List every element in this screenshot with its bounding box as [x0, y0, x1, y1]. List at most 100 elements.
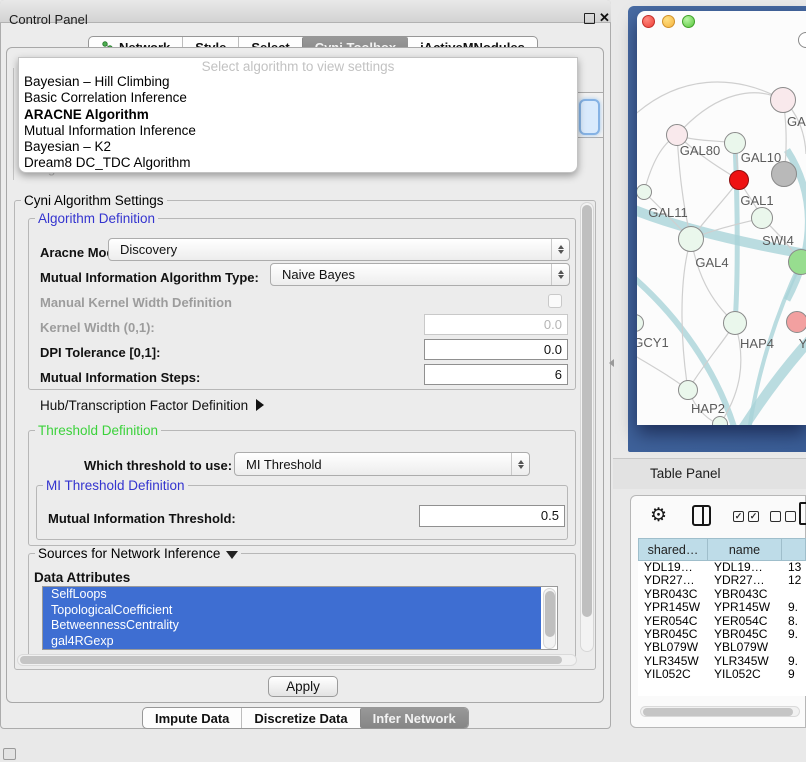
export-table-icon[interactable] [799, 502, 806, 525]
table-cell: YIL052C [638, 668, 708, 681]
network-node[interactable] [751, 207, 773, 229]
mi-steps-field[interactable]: 6 [424, 364, 568, 385]
close-traffic-light-icon[interactable] [642, 15, 655, 28]
network-node[interactable] [678, 226, 704, 252]
table-cell: YDL19… [708, 561, 782, 574]
manual-kernel-width-checkbox[interactable] [548, 294, 562, 308]
table-cell [782, 641, 806, 654]
dropdown-item[interactable]: ARACNE Algorithm [19, 107, 577, 123]
table-row[interactable]: YBL079WYBL079W [638, 641, 806, 654]
table-cell: YBR043C [638, 588, 708, 601]
sources-group-title[interactable]: Sources for Network Inference [35, 546, 241, 561]
aracne-mode-combo[interactable]: Discovery [108, 238, 570, 261]
float-window-icon[interactable] [584, 13, 595, 24]
table-header-row[interactable]: shared…name [638, 538, 806, 561]
kernel-width-field[interactable]: 0.0 [424, 314, 568, 335]
table-row[interactable]: YPR145WYPR145W9. [638, 601, 806, 614]
table-row[interactable]: YBR043CYBR043C [638, 588, 806, 601]
tab-label: Discretize Data [254, 711, 347, 726]
mi-threshold-field[interactable]: 0.5 [419, 505, 565, 527]
algorithm-dropdown-list[interactable]: Select algorithm to view settings Bayesi… [18, 57, 578, 173]
which-threshold-label: Which threshold to use: [84, 458, 232, 473]
network-node[interactable] [723, 311, 747, 335]
dropdown-item[interactable]: Bayesian – K2 [19, 139, 577, 155]
mi-algorithm-type-combo[interactable]: Naive Bayes [270, 263, 570, 286]
table-row[interactable]: YLR345WYLR345W9. [638, 655, 806, 668]
dpi-tolerance-field[interactable]: 0.0 [424, 339, 568, 360]
table-cell: YDR27… [708, 574, 782, 587]
columns-icon[interactable] [692, 505, 711, 526]
attribute-list-item[interactable]: SelfLoops [43, 587, 541, 603]
table-cell: 9. [782, 628, 806, 641]
network-node-label: HAP2 [691, 401, 725, 416]
table-cell: 9. [782, 655, 806, 668]
network-node[interactable] [770, 87, 796, 113]
table-row[interactable]: YDR27…YDR27…12 [638, 574, 806, 587]
table-horizontal-scrollbar[interactable] [640, 706, 800, 717]
attribute-list-item[interactable]: gal4RGexp [43, 634, 541, 650]
table-row[interactable]: YIL052CYIL052C9 [638, 668, 806, 681]
mi-algorithm-type-label: Mutual Information Algorithm Type: [40, 270, 259, 285]
window-title: Control Panel [9, 12, 88, 27]
hub-definition-toggle[interactable]: Hub/Transcription Factor Definition [40, 398, 264, 413]
network-node[interactable] [729, 170, 749, 190]
select-all-check-icon[interactable]: ✓ [733, 511, 744, 522]
table-column-header[interactable]: shared… [638, 538, 708, 561]
network-node-label: HAP4 [740, 336, 774, 351]
splitter-collapse-icon[interactable] [609, 359, 614, 367]
table-column-header[interactable] [782, 538, 806, 561]
deselect-all-icon[interactable] [785, 511, 796, 522]
network-node[interactable] [786, 311, 806, 333]
dropdown-item[interactable]: Bayesian – Hill Climbing [19, 74, 577, 90]
data-attributes-list[interactable]: SelfLoopsTopologicalCoefficientBetweenne… [42, 586, 558, 650]
attribute-list-item[interactable]: TopologicalCoefficient [43, 603, 541, 619]
attribute-list-item[interactable]: BetweennessCentrality [43, 618, 541, 634]
network-canvas[interactable]: GALGAL80GAL10GAL1GAL11SWI4GAL4GCY1HAP4YH… [637, 32, 806, 425]
bottom-tabs: Impute Data Discretize Data Infer Network [142, 707, 469, 729]
table-row[interactable]: YER054CYER054C8. [638, 615, 806, 628]
panel-grip-icon[interactable] [3, 748, 16, 760]
dropdown-item[interactable]: Dream8 DC_TDC Algorithm [19, 155, 577, 171]
table-cell: YDR27… [638, 574, 708, 587]
control-panel-titlebar[interactable] [0, 0, 611, 23]
mi-threshold-group-title: MI Threshold Definition [43, 478, 188, 493]
table-cell [782, 588, 806, 601]
gear-icon[interactable]: ⚙ [650, 504, 667, 527]
deselect-all-icon[interactable] [770, 511, 781, 522]
hidden-groupbox-edge [13, 68, 14, 180]
table-cell: YBL079W [708, 641, 782, 654]
settings-horizontal-scrollbar[interactable] [17, 654, 577, 666]
table-cell: 12 [782, 574, 806, 587]
apply-button[interactable]: Apply [268, 676, 338, 697]
network-node-label: GAL1 [740, 193, 773, 208]
table-cell: YBR045C [708, 628, 782, 641]
table-cell: 9. [782, 601, 806, 614]
kernel-width-label: Kernel Width (0,1): [40, 320, 155, 335]
list-scrollbar[interactable] [543, 588, 556, 649]
network-node[interactable] [678, 380, 698, 400]
dropdown-item[interactable]: Basic Correlation Inference [19, 90, 577, 106]
table-cell: YLR345W [708, 655, 782, 668]
expand-right-icon [256, 399, 264, 411]
dropdown-item[interactable]: Mutual Information Inference [19, 123, 577, 139]
table-cell: YBL079W [638, 641, 708, 654]
network-node-label: GAL4 [695, 255, 728, 270]
tab-impute-data[interactable]: Impute Data [143, 708, 241, 728]
table-row[interactable]: YBR045CYBR045C9. [638, 628, 806, 641]
close-icon[interactable]: ✕ [599, 10, 610, 26]
table-column-header[interactable]: name [708, 538, 782, 561]
tab-label: Impute Data [155, 711, 229, 726]
table-cell: YPR145W [638, 601, 708, 614]
settings-vertical-scrollbar[interactable] [580, 202, 594, 652]
minimize-traffic-light-icon[interactable] [662, 15, 675, 28]
table-cell: YDL19… [638, 561, 708, 574]
stepper-arrows-icon [511, 453, 529, 475]
table-row[interactable]: YDL19…YDL19…13 [638, 561, 806, 574]
zoom-traffic-light-icon[interactable] [682, 15, 695, 28]
table-panel-title: Table Panel [650, 466, 721, 481]
tab-discretize-data[interactable]: Discretize Data [241, 708, 359, 728]
which-threshold-combo[interactable]: MI Threshold [234, 452, 530, 476]
network-node[interactable] [712, 416, 728, 425]
tab-infer-network[interactable]: Infer Network [360, 708, 468, 728]
select-all-check-icon[interactable]: ✓ [748, 511, 759, 522]
